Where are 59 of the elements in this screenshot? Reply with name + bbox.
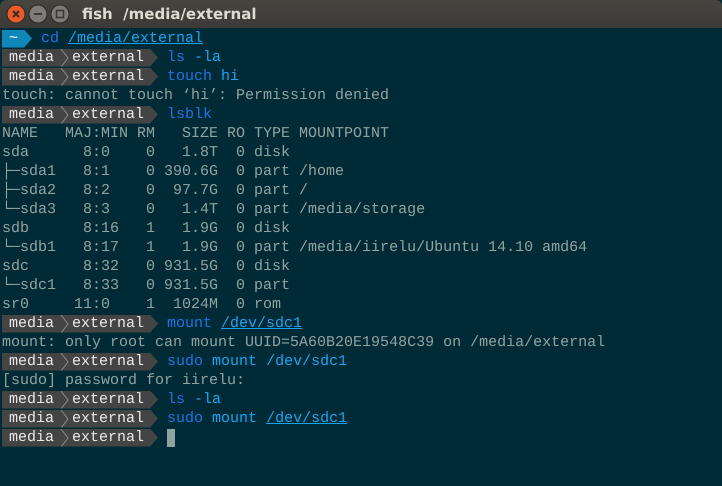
path-label: media xyxy=(9,390,54,409)
path-label: media xyxy=(9,352,54,371)
output-line: sr0 11:0 1 1024M 0 rom xyxy=(2,296,282,313)
chevron-separator-icon xyxy=(60,48,70,66)
path-label: ~ xyxy=(9,29,18,48)
argument-text: mount xyxy=(212,352,258,371)
chevron-separator-icon xyxy=(60,410,70,428)
output-line: [sudo] password for iirelu: xyxy=(2,372,246,389)
argument-text: /dev/sdc1 xyxy=(266,352,348,371)
command-text: sudo xyxy=(167,409,204,428)
output-line: └─sda3 8:3 0 1.4T 0 part /media/storage xyxy=(2,201,426,218)
argument-text: mount xyxy=(212,409,258,428)
argument-text: -la xyxy=(194,390,222,409)
path-label: media xyxy=(9,48,54,67)
path-label: media xyxy=(9,314,54,333)
output-line: └─sdc1 8:33 0 931.5G 0 part xyxy=(2,277,290,294)
output-line: mount: only root can mount UUID=5A60B20E19548C39 on /media/external xyxy=(2,334,606,351)
argument-text: /dev/sdc1 xyxy=(221,314,302,333)
command-text: touch xyxy=(167,67,212,86)
output-line: └─sdb1 8:17 1 1.9G 0 part /media/iirelu/Ubuntu 14.10 amd64 xyxy=(2,239,588,256)
output-line: NAME MAJ:MIN RM SIZE RO TYPE MOUNTPOINT xyxy=(2,125,390,142)
command-text: lsblk xyxy=(167,105,212,124)
path-label: media xyxy=(9,428,54,447)
path-label: media xyxy=(9,105,54,124)
command-text: cd xyxy=(41,29,60,48)
path-label: external xyxy=(72,314,144,333)
path-label: external xyxy=(72,428,144,447)
path-label: external xyxy=(72,409,144,428)
output-line: sdb 8:16 1 1.9G 0 disk xyxy=(2,220,290,237)
chevron-separator-icon xyxy=(60,390,70,408)
argument-text: /media/external xyxy=(68,29,204,48)
chevron-separator-icon xyxy=(60,68,70,86)
argument-text: /dev/sdc1 xyxy=(266,409,348,428)
path-label: external xyxy=(72,67,144,86)
path-label: media xyxy=(9,67,54,86)
minimize-button[interactable] xyxy=(28,4,48,24)
path-label: media xyxy=(9,409,54,428)
argument-text: -la xyxy=(194,48,222,67)
output-line: ├─sda1 8:1 0 390.6G 0 part /home xyxy=(2,163,344,180)
chevron-separator-icon xyxy=(60,352,70,370)
command-text: ls xyxy=(167,48,186,67)
chevron-separator-icon xyxy=(60,106,70,124)
command-text: sudo xyxy=(167,352,204,371)
window-title: fish /media/external xyxy=(82,5,256,23)
path-label: external xyxy=(72,352,144,371)
output-line: ├─sda2 8:2 0 97.7G 0 part / xyxy=(2,182,308,199)
path-label: external xyxy=(72,48,144,67)
output-line: sda 8:0 0 1.8T 0 disk xyxy=(2,144,290,161)
maximize-button[interactable] xyxy=(50,4,70,24)
argument-text: hi xyxy=(221,67,240,86)
chevron-separator-icon xyxy=(60,314,70,332)
output-line: sdc 8:32 0 931.5G 0 disk xyxy=(2,258,290,275)
close-button[interactable] xyxy=(6,4,26,24)
output-line: touch: cannot touch ‘hi’: Permission denied xyxy=(2,87,390,104)
command-text: ls xyxy=(167,390,186,409)
path-label: external xyxy=(72,390,144,409)
command-text: mount xyxy=(167,314,212,333)
path-label: external xyxy=(72,105,144,124)
chevron-separator-icon xyxy=(60,428,70,446)
